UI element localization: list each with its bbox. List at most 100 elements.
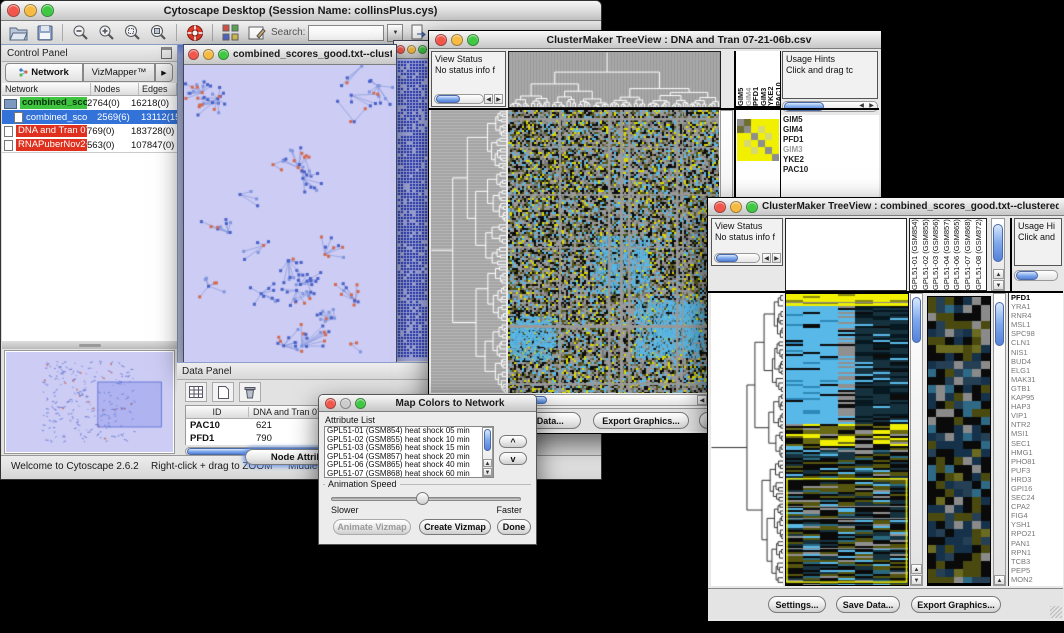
minimize-button[interactable] <box>24 4 37 17</box>
gene-label[interactable]: GPI16 <box>1009 484 1063 493</box>
table-row[interactable]: DNA and Tran 07 769(0) 183728(0) <box>2 124 177 138</box>
tv2-zoom-heatmap[interactable] <box>927 296 991 586</box>
gene-label[interactable]: VIP1 <box>1009 411 1063 420</box>
scroll-down-arrow[interactable]: ▲ <box>994 575 1005 585</box>
gene-label[interactable]: KAP95 <box>1009 393 1063 402</box>
delete-attribute-button[interactable] <box>239 382 261 402</box>
tv1-matrix-canvas[interactable] <box>737 119 779 161</box>
gene-label[interactable]: MAK31 <box>1009 375 1063 384</box>
tv1-heatmap[interactable] <box>508 110 719 393</box>
tv1-left-dendrogram-canvas[interactable] <box>431 110 506 393</box>
minimize-button[interactable] <box>451 34 463 46</box>
network-window-titlebar[interactable]: combined_scores_good.txt--cluste... <box>184 45 396 65</box>
close-button[interactable] <box>435 34 447 46</box>
create-vizmap-button[interactable]: Create Vizmap <box>419 519 491 535</box>
gene-label[interactable]: NTR2 <box>1009 420 1063 429</box>
gene-label[interactable]: SPC98 <box>1009 329 1063 338</box>
gene-label[interactable]: PFD1 <box>781 135 879 145</box>
attribute-select-button[interactable] <box>185 382 207 402</box>
gene-label[interactable]: FIG4 <box>1009 511 1063 520</box>
scroll-down-arrow[interactable]: ▼ <box>483 468 492 476</box>
scroll-up-arrow[interactable]: ▲ <box>483 459 492 467</box>
overview-canvas[interactable] <box>6 352 173 452</box>
gene-label[interactable]: TCB3 <box>1009 557 1063 566</box>
tv2-left-dendrogram-canvas[interactable] <box>711 293 783 584</box>
done-button[interactable]: Done <box>497 519 531 535</box>
export-graphics-button[interactable]: Export Graphics... <box>911 596 1001 613</box>
open-session-button[interactable] <box>7 23 30 43</box>
zoom-button[interactable] <box>218 49 229 60</box>
close-button[interactable] <box>325 398 336 409</box>
scroll-thumb[interactable] <box>995 302 1004 346</box>
new-attribute-button[interactable] <box>212 382 234 402</box>
attribute-item[interactable]: GPL51-07 (GSM868) heat shock 60 min <box>325 470 493 478</box>
annotation-button[interactable] <box>245 23 268 43</box>
gene-label[interactable]: SEC24 <box>1009 493 1063 502</box>
background-window-titlebar[interactable] <box>394 41 430 59</box>
gene-label[interactable]: YKE2 <box>781 155 879 165</box>
scroll-thumb[interactable] <box>716 254 738 262</box>
search-input[interactable] <box>308 25 384 41</box>
close-button[interactable] <box>188 49 199 60</box>
save-session-button[interactable] <box>33 23 56 43</box>
gene-label[interactable]: HMG1 <box>1009 448 1063 457</box>
gene-label[interactable]: PUF3 <box>1009 466 1063 475</box>
tv1-status-scrollbar[interactable] <box>434 94 484 104</box>
attribute-list[interactable]: GPL51-01 (GSM854) heat shock 05 minGPL51… <box>324 426 494 478</box>
tv2-small-heatmap-canvas[interactable] <box>928 297 990 583</box>
attribute-list-scrollbar[interactable]: ▲ ▼ <box>482 427 493 477</box>
gene-label[interactable]: BUD4 <box>1009 357 1063 366</box>
gene-label[interactable]: GIM3 <box>781 145 879 155</box>
dense-network-canvas[interactable] <box>394 59 428 361</box>
speed-slider-thumb[interactable] <box>416 492 429 505</box>
zoom-fit-button[interactable] <box>147 23 170 43</box>
float-panel-icon[interactable] <box>161 47 172 59</box>
help-button[interactable] <box>183 23 206 43</box>
scroll-thumb[interactable] <box>484 429 491 451</box>
close-button[interactable] <box>714 201 726 213</box>
gene-label[interactable]: SEC1 <box>1009 439 1063 448</box>
tv2-column-dendrogram[interactable] <box>785 218 907 291</box>
gene-label[interactable]: MON2 <box>1009 575 1063 584</box>
zoom-button[interactable] <box>746 201 758 213</box>
tv1-heatmap-canvas[interactable] <box>508 110 719 393</box>
minimize-button[interactable] <box>730 201 742 213</box>
scro ll-left-arrow[interactable]: ◀ <box>697 395 707 405</box>
zoom-button[interactable] <box>41 4 54 17</box>
gene-label[interactable]: HRD3 <box>1009 475 1063 484</box>
scroll-right-arrow[interactable]: ▶ <box>772 253 781 263</box>
zoom-out-button[interactable] <box>69 23 92 43</box>
gene-label[interactable]: PHO81 <box>1009 457 1063 466</box>
treeview1-titlebar[interactable]: ClusterMaker TreeView : DNA and Tran 07-… <box>429 31 881 49</box>
tv2-gene-list[interactable]: PFD1YRA1RNR4MSL1SPC98CLN1NIS1BUD4ELG1MAK… <box>1008 293 1063 586</box>
save-data-button[interactable]: Save Data... <box>836 596 900 613</box>
treeview2-titlebar[interactable]: ClusterMaker TreeView : combined_scores_… <box>708 198 1064 216</box>
scroll-down-arrow[interactable]: ▼ <box>993 280 1004 290</box>
move-up-button[interactable]: ^ <box>499 435 527 448</box>
gene-label[interactable]: GIM4 <box>781 125 879 135</box>
zoom-selected-button[interactable] <box>121 23 144 43</box>
tv2-heatmap[interactable] <box>785 293 909 586</box>
gene-label[interactable]: HAP3 <box>1009 402 1063 411</box>
search-dropdown-button[interactable]: ▼ <box>387 24 403 42</box>
gene-label[interactable]: PEP5 <box>1009 566 1063 575</box>
network-canvas[interactable] <box>184 65 394 361</box>
resize-grip[interactable] <box>1050 606 1062 618</box>
tv2-row-dendrogram[interactable] <box>711 293 783 586</box>
scroll-left-arrow[interactable]: ◀ <box>762 253 771 263</box>
gene-label[interactable]: CPA2 <box>1009 502 1063 511</box>
gene-label[interactable]: NIS1 <box>1009 348 1063 357</box>
gene-label[interactable]: RNR4 <box>1009 311 1063 320</box>
network-table-header[interactable]: Network Nodes Edges <box>2 83 177 96</box>
scroll-thumb[interactable] <box>1016 271 1038 280</box>
minimize-button[interactable] <box>203 49 214 60</box>
tv1-top-dendrogram-canvas[interactable] <box>509 52 720 107</box>
minimize-button[interactable] <box>407 45 416 54</box>
close-button[interactable] <box>7 4 20 17</box>
gene-label[interactable]: PFD1 <box>1009 293 1063 302</box>
scroll-up-arrow[interactable]: ▲ <box>993 269 1004 279</box>
gene-label[interactable]: YRA1 <box>1009 302 1063 311</box>
table-row[interactable]: combined_scores 2764(0) 16218(0) <box>2 96 177 110</box>
network-overview[interactable] <box>4 350 175 454</box>
gene-label[interactable]: YSH1 <box>1009 520 1063 529</box>
